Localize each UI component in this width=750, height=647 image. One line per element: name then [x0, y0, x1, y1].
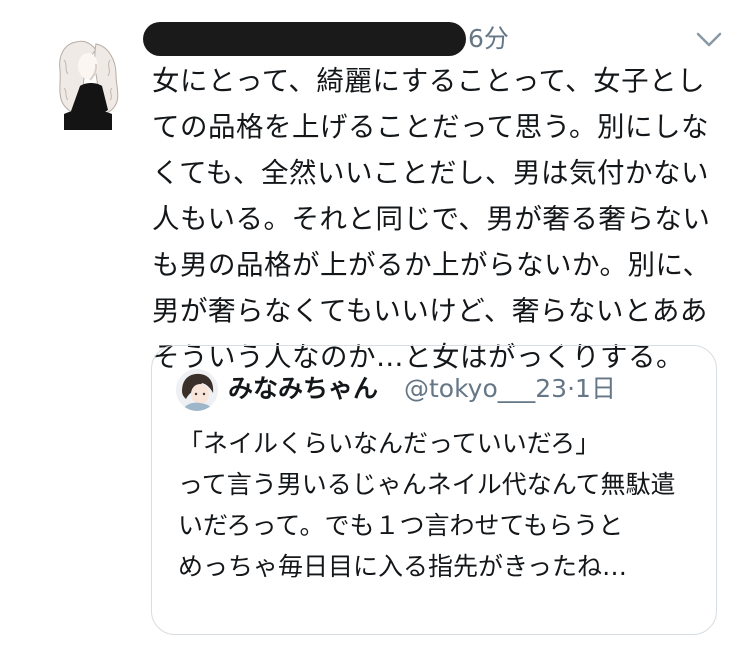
chevron-down-icon[interactable] — [694, 28, 724, 52]
author-avatar[interactable] — [50, 30, 126, 130]
redacted-username — [143, 22, 466, 56]
quoted-separator: · — [567, 374, 576, 403]
tweet-timestamp[interactable]: 6分 — [468, 22, 509, 56]
quoted-handle[interactable]: @tokyo___23 — [404, 374, 567, 403]
quoted-tweet[interactable]: みなみちゃん @tokyo___23·1日 「ネイルくらいなんだっていいだろ」 … — [151, 345, 717, 635]
tweet-text: 女にとって、綺麗にすることって、女子としての品格を上げることだって思う。別にしな… — [152, 65, 711, 373]
quoted-avatar[interactable] — [176, 369, 218, 411]
quoted-display-name[interactable]: みなみちゃん — [228, 371, 378, 407]
quoted-time[interactable]: 1日 — [575, 374, 616, 403]
quoted-handle-line: @tokyo___23·1日 — [404, 371, 616, 407]
quoted-text: 「ネイルくらいなんだっていいだろ」 って言う男いるじゃんネイル代なんて無駄遣いだ… — [178, 429, 676, 581]
